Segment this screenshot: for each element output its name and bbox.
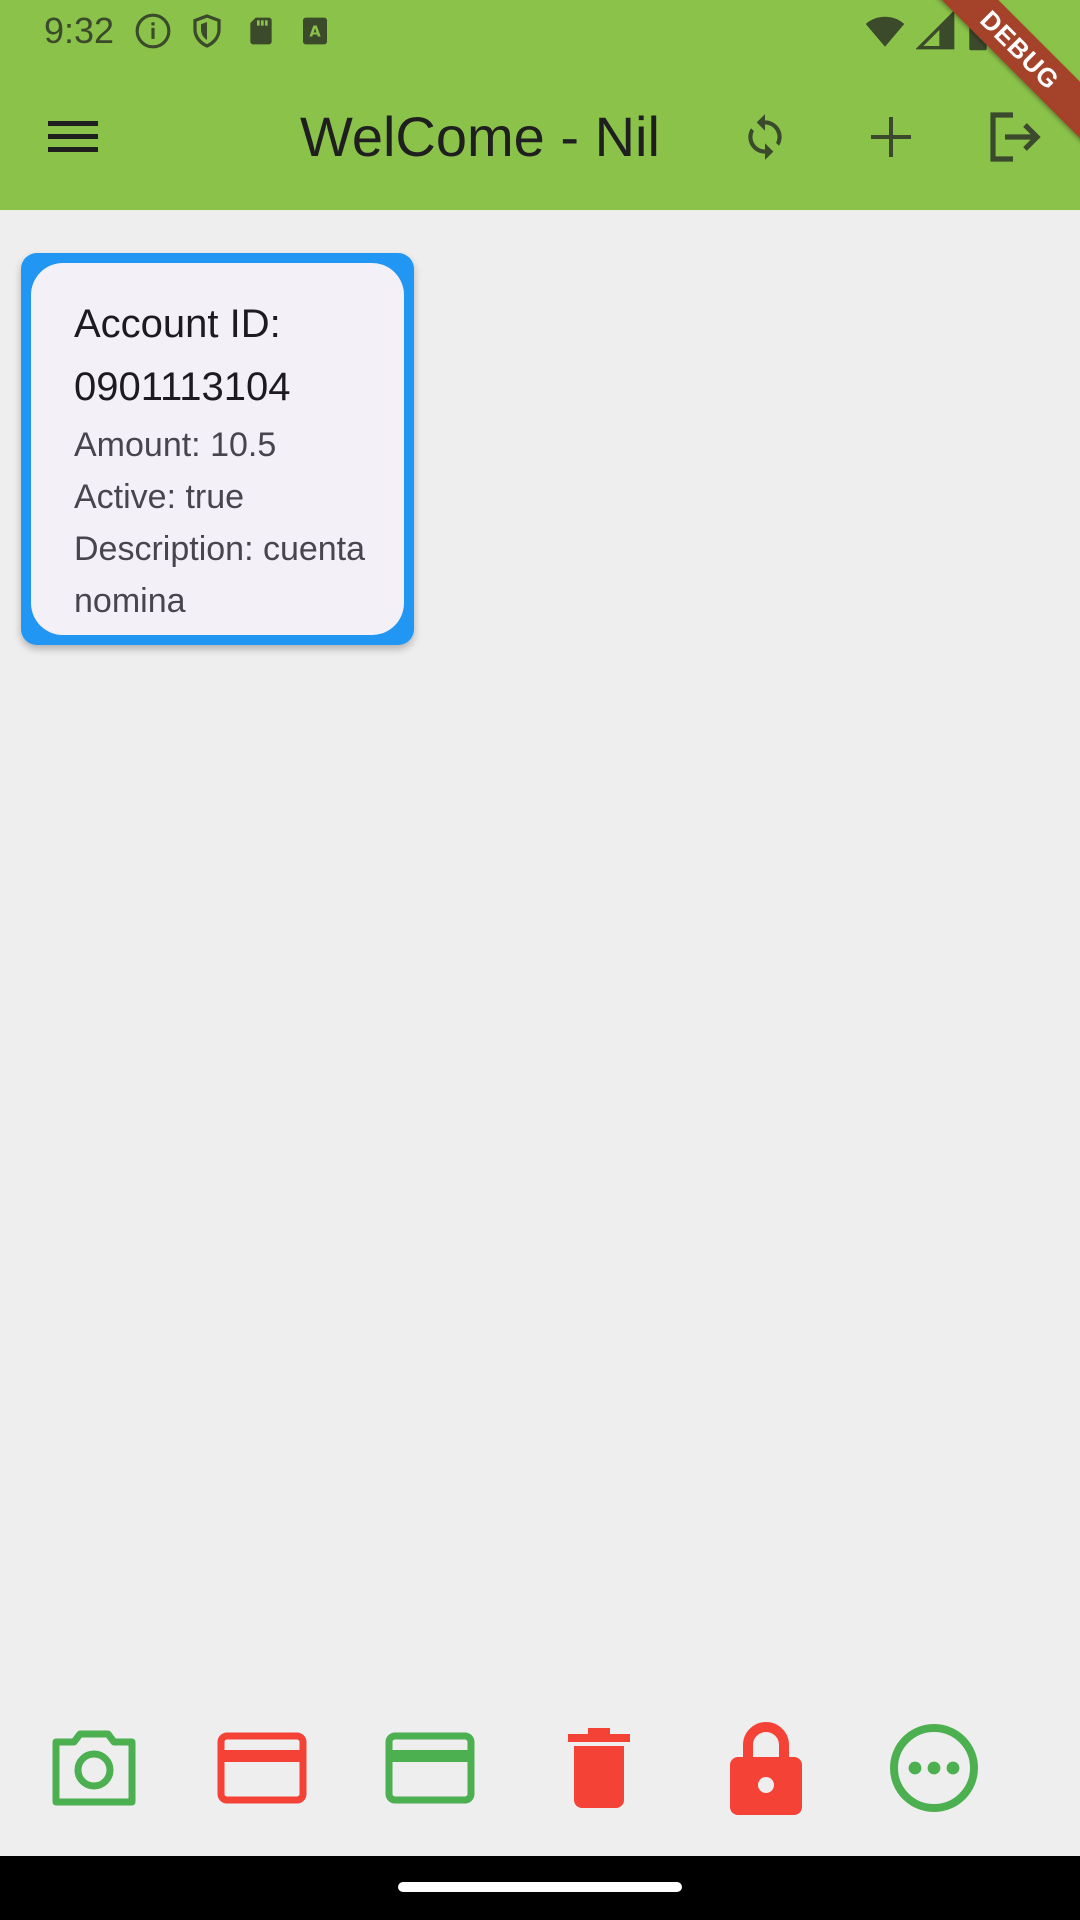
a-notification-icon: A: [294, 10, 336, 52]
app-bar: WelCome - Nil: [0, 62, 1080, 210]
status-time: 9:32: [44, 10, 115, 51]
signal-icon: [915, 10, 956, 61]
account-description: Description: cuenta nomina: [74, 530, 366, 620]
card-red-button[interactable]: [214, 1720, 310, 1816]
account-amount: Amount: 10.5: [74, 426, 277, 464]
menu-button[interactable]: [38, 102, 108, 172]
account-card-content: Account ID: 0901113104 Amount: 10.5 Acti…: [31, 263, 404, 635]
app-screen: 9:32 A WelCome - Nil DEBUG Account ID: 0…: [0, 0, 1080, 1920]
delete-button[interactable]: [551, 1720, 647, 1816]
lock-icon: [730, 1722, 802, 1815]
shield-icon: [186, 10, 228, 52]
camera-icon: [52, 1730, 136, 1806]
account-card[interactable]: Account ID: 0901113104 Amount: 10.5 Acti…: [21, 253, 414, 645]
page-title: WelCome - Nil: [300, 105, 660, 168]
status-bar: 9:32 A: [0, 0, 1080, 62]
refresh-button[interactable]: [730, 102, 800, 172]
card-green-button[interactable]: [382, 1720, 478, 1816]
account-id: Account ID: 0901113104: [74, 302, 291, 409]
home-gesture-handle[interactable]: [398, 1882, 682, 1892]
wifi-icon: [864, 10, 906, 61]
refresh-icon: [748, 114, 782, 160]
add-button[interactable]: [856, 102, 926, 172]
more-button[interactable]: [886, 1720, 982, 1816]
info-icon: [132, 10, 174, 52]
system-nav-bar: [0, 1856, 1080, 1920]
delete-icon: [568, 1728, 630, 1808]
more-icon: [890, 1724, 978, 1812]
lock-button[interactable]: [718, 1720, 814, 1816]
svg-text:A: A: [309, 23, 321, 40]
bottom-action-bar: [0, 1700, 1080, 1824]
credit-card-icon: [217, 1732, 307, 1804]
sd-card-icon: [240, 10, 282, 52]
camera-button[interactable]: [46, 1720, 142, 1816]
logout-icon: [990, 112, 1041, 162]
credit-card-icon: [385, 1732, 475, 1804]
add-icon: [871, 117, 911, 157]
menu-icon: [48, 121, 98, 152]
logout-button[interactable]: [980, 102, 1050, 172]
account-active: Active: true: [74, 478, 245, 516]
